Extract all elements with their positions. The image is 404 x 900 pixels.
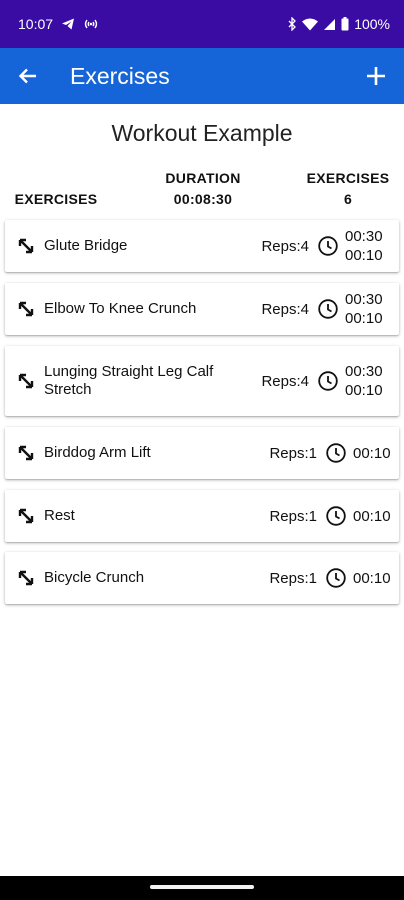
exercise-name: Glute Bridge: [44, 237, 128, 254]
clock-icon: [318, 299, 338, 319]
summary-exercise-count: EXERCISES 6: [298, 168, 398, 210]
work-time: 00:30: [345, 363, 383, 380]
exercise-name: Elbow To Knee Crunch: [44, 300, 197, 317]
drag-handle[interactable]: [5, 443, 43, 463]
move-arrows-icon: [18, 570, 34, 586]
clock-icon: [326, 443, 346, 463]
work-time: 00:30: [345, 228, 383, 245]
clock-icon: [318, 371, 338, 391]
telegram-icon: [61, 17, 75, 31]
exercise-reps: Reps:1: [269, 569, 317, 587]
battery-icon: [341, 17, 349, 31]
workout-summary: EXERCISES DURATION 00:08:30 EXERCISES 6: [0, 168, 404, 212]
wifi-icon: [302, 18, 319, 31]
workout-title: Workout Example: [111, 120, 293, 146]
drag-handle[interactable]: [5, 506, 43, 526]
move-arrows-icon: [18, 508, 34, 524]
rest-time: 00:10: [345, 310, 383, 327]
system-nav-bar: [0, 876, 404, 900]
add-exercise-button[interactable]: [348, 48, 404, 104]
move-arrows-icon: [18, 301, 34, 317]
rest-time: 00:10: [345, 247, 383, 264]
work-time: 00:30: [345, 291, 383, 308]
duration-value: 00:08:30: [173, 191, 233, 207]
exercise-row[interactable]: Bicycle Crunch Reps:1 00:10: [5, 552, 399, 604]
exercise-times: 00:30 00:10: [345, 227, 385, 265]
exercise-name: Lunging Straight Leg Calf Stretch: [44, 363, 214, 398]
exercise-times: 00:10: [353, 507, 393, 526]
exercise-times: 00:30 00:10: [345, 290, 385, 328]
exercise-times: 00:30 00:10: [345, 362, 385, 400]
summary-duration: DURATION 00:08:30: [148, 168, 258, 210]
exercise-row[interactable]: Elbow To Knee Crunch Reps:4 00:30 00:10: [5, 283, 399, 335]
exercise-name: Bicycle Crunch: [44, 569, 145, 586]
exercise-reps: Reps:4: [261, 237, 309, 255]
exercise-times: 00:10: [353, 444, 393, 463]
bluetooth-icon: [287, 17, 297, 31]
exercise-name: Rest: [44, 507, 75, 524]
status-bar: 10:07 100%: [0, 0, 404, 48]
work-time: 00:10: [353, 569, 391, 587]
clock-icon: [326, 568, 346, 588]
work-time: 00:10: [353, 444, 391, 462]
exercise-row[interactable]: Rest Reps:1 00:10: [5, 490, 399, 542]
drag-handle[interactable]: [5, 299, 43, 319]
summary-exercises-label: EXERCISES: [14, 191, 98, 207]
home-gesture-handle[interactable]: [150, 885, 254, 889]
cast-icon: [83, 17, 99, 31]
drag-handle[interactable]: [5, 236, 43, 256]
exercise-count-value: 6: [343, 191, 353, 207]
exercise-reps: Reps:1: [269, 507, 317, 525]
work-time: 00:10: [353, 507, 391, 525]
back-button[interactable]: [0, 48, 56, 104]
move-arrows-icon: [18, 373, 34, 389]
signal-icon: [323, 18, 336, 31]
exercise-row[interactable]: Lunging Straight Leg Calf Stretch Reps:4…: [5, 346, 399, 416]
drag-handle[interactable]: [5, 371, 43, 391]
exercise-name: Birddog Arm Lift: [44, 444, 151, 461]
page-title: Exercises: [70, 62, 170, 89]
exercise-row[interactable]: Birddog Arm Lift Reps:1 00:10: [5, 427, 399, 479]
drag-handle[interactable]: [5, 568, 43, 588]
status-time: 10:07: [18, 16, 54, 32]
arrow-back-icon: [18, 68, 36, 84]
move-arrows-icon: [18, 445, 34, 461]
rest-time: 00:10: [345, 382, 383, 399]
clock-icon: [318, 236, 338, 256]
exercise-reps: Reps:4: [261, 300, 309, 318]
exercise-count-label: EXERCISES: [306, 170, 390, 186]
plus-icon: [367, 67, 385, 85]
exercise-reps: Reps:4: [261, 372, 309, 390]
move-arrows-icon: [18, 238, 34, 254]
exercise-reps: Reps:1: [269, 444, 317, 462]
clock-icon: [326, 506, 346, 526]
battery-level: 100%: [354, 16, 390, 32]
exercise-times: 00:10: [353, 569, 393, 588]
duration-label: DURATION: [165, 170, 241, 186]
exercise-row[interactable]: Glute Bridge Reps:4 00:30 00:10: [5, 220, 399, 272]
app-bar: Exercises: [0, 48, 404, 104]
